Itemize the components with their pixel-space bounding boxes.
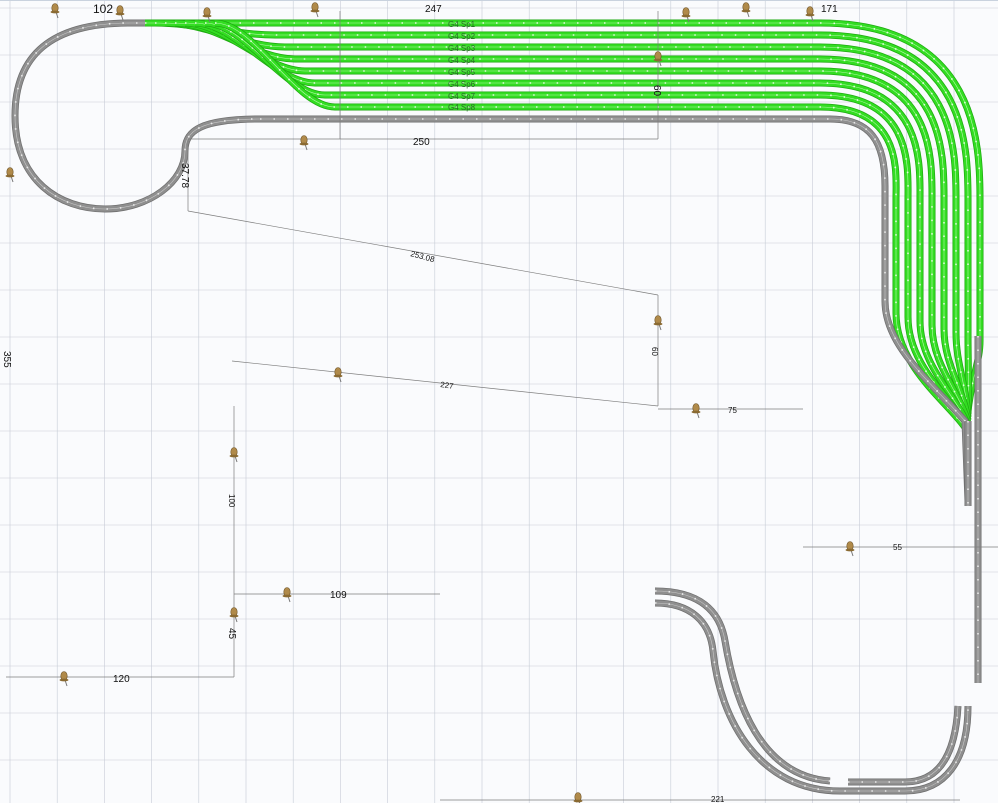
track-label-sp6: G4 Sp6	[448, 80, 476, 89]
pushpins[interactable]	[5, 2, 855, 803]
track-rail	[654, 602, 969, 792]
pushpin-icon[interactable]	[691, 403, 701, 419]
track-loop-left[interactable]	[11, 19, 261, 213]
pushpin-icon[interactable]	[299, 135, 309, 151]
pushpin-base	[229, 454, 239, 458]
pushpin-base	[282, 594, 292, 598]
track-rail	[14, 22, 261, 210]
track-rail	[654, 590, 831, 782]
dim-label-top-171: 171	[821, 4, 838, 15]
track-label-sp3: G4 Sp3	[448, 44, 476, 53]
track-label-sp4: G4 Sp4	[448, 56, 476, 65]
track-bed	[654, 599, 972, 795]
pushpin-base	[202, 14, 212, 18]
track-markers	[260, 118, 969, 502]
pushpin-icon[interactable]	[845, 541, 855, 557]
dim-label-bottom-small: 221	[711, 795, 725, 803]
pushpin-icon[interactable]	[573, 792, 583, 803]
dim-label-227: 227	[440, 380, 455, 391]
dim-label-top-247: 247	[425, 4, 442, 15]
pushpin-base	[653, 58, 663, 62]
pushpin-base	[333, 374, 343, 378]
track-rail	[260, 118, 969, 502]
dim-label-3778: 37.78	[179, 163, 190, 188]
track-label-sp8: G4 Sp8	[448, 103, 476, 112]
dimension-lines	[6, 11, 998, 801]
pushpin-base	[115, 12, 125, 16]
track-sleepers	[848, 705, 961, 785]
dim-label-250: 250	[413, 137, 430, 148]
track-sleepers	[194, 20, 971, 428]
track-s-curve-lower[interactable]	[654, 599, 972, 795]
dim-label-100: 100	[227, 494, 236, 508]
pushpin-icon[interactable]	[310, 2, 320, 18]
layout-canvas[interactable]: G4 Sp1 G4 Sp2 G4 Sp3 G4 Sp4 G4 Sp5 G4 Sp…	[0, 0, 998, 803]
track-label-sp5: G4 Sp5	[448, 68, 476, 77]
pushpin-base	[573, 799, 583, 803]
pushpin-base	[59, 678, 69, 682]
track-sleepers	[260, 116, 971, 502]
dim-label-60-top: 60	[651, 85, 662, 97]
track-label-sp7: G4 Sp7	[448, 92, 476, 101]
dim-label-120: 120	[113, 674, 130, 685]
dim-label-75: 75	[728, 406, 737, 415]
track-sleepers	[12, 20, 261, 212]
track-markers	[848, 705, 959, 783]
track-inner-return[interactable]	[260, 115, 972, 502]
dim-label-45: 45	[226, 628, 237, 640]
track-markers	[654, 590, 831, 782]
pushpin-icon[interactable]	[282, 587, 292, 603]
track-sleepers	[654, 588, 831, 784]
pushpin-base	[5, 174, 15, 178]
track-markers	[654, 602, 969, 792]
track-rail	[848, 705, 959, 783]
track-bed	[11, 19, 261, 213]
pushpin-base	[845, 548, 855, 552]
dim-label-left-355: 355	[1, 351, 12, 368]
track-bed	[654, 587, 831, 785]
dim-label-60-mid: 60	[650, 347, 659, 356]
dim-label-right-small: 55	[893, 543, 902, 552]
pushpin-base	[229, 614, 239, 618]
track-plan-drawing[interactable]: G4 Sp1 G4 Sp2 G4 Sp3 G4 Sp4 G4 Sp5 G4 Sp…	[0, 1, 998, 803]
pushpin-base	[805, 13, 815, 17]
track-label-sp1: G4 Sp1	[448, 20, 476, 29]
pushpin-base	[50, 10, 60, 14]
track-yard-6[interactable]	[194, 19, 972, 428]
track-bed	[848, 705, 962, 786]
pushpin-base	[691, 410, 701, 414]
pushpin-icon[interactable]	[50, 3, 60, 19]
track-markers	[14, 22, 261, 210]
pushpin-base	[310, 9, 320, 13]
pushpin-base	[681, 14, 691, 18]
dim-label-top-102: 102	[93, 2, 113, 16]
pushpin-icon[interactable]	[741, 2, 751, 18]
pushpin-icon[interactable]	[805, 6, 815, 22]
pushpin-base	[653, 322, 663, 326]
pushpin-icon[interactable]	[59, 671, 69, 687]
pushpin-base	[299, 142, 309, 146]
track-s-curve-upper[interactable]	[654, 587, 831, 785]
dim-label-109: 109	[330, 590, 347, 601]
tracks[interactable]	[11, 19, 984, 795]
pushpin-base	[741, 9, 751, 13]
track-label-sp2: G4 Sp2	[448, 32, 476, 41]
track-bottom-right-arc[interactable]	[848, 705, 962, 786]
pushpin-icon[interactable]	[115, 5, 125, 21]
dim-label-25308: 253.08	[409, 249, 435, 264]
pushpin-icon[interactable]	[333, 367, 343, 383]
track-sleepers	[654, 600, 971, 794]
track-bed	[260, 115, 972, 502]
